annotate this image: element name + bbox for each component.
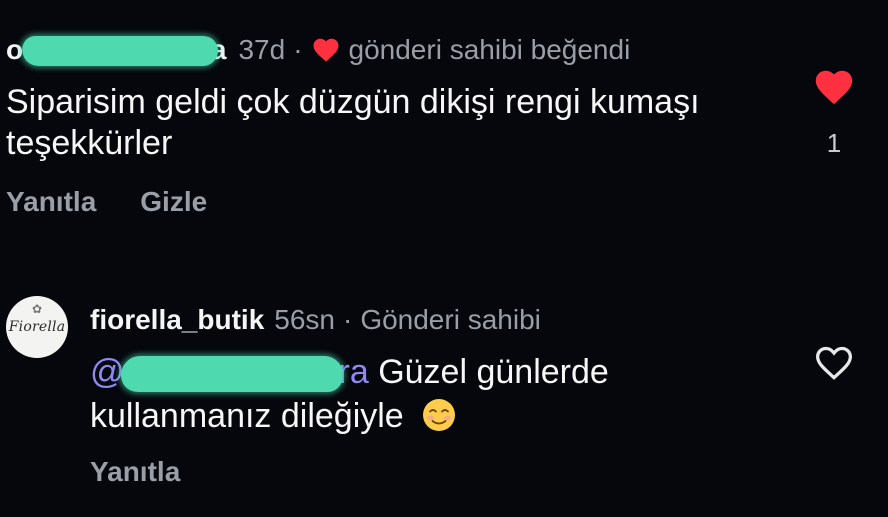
liked-by-author-label: gönderi sahibi beğendi <box>348 34 631 65</box>
meta-separator: · <box>342 304 353 335</box>
heart-filled-icon <box>313 38 339 62</box>
like-count: 1 <box>826 128 842 158</box>
like-button[interactable] <box>812 342 856 382</box>
redaction-mark <box>118 356 345 393</box>
comment-like-column: 1 <box>810 66 858 159</box>
comment-username[interactable]: fiorella_butik <box>90 304 264 336</box>
hide-button[interactable]: Gizle <box>140 186 207 218</box>
mention-link[interactable]: @ ra <box>90 353 369 393</box>
redaction-mark <box>20 36 220 67</box>
flower-icon: ✿ <box>32 302 43 316</box>
comments-panel: ora 37d · gönderi sahibi beğendi Siparis… <box>0 0 888 517</box>
avatar[interactable]: ✿ Fiorella <box>6 296 68 358</box>
avatar-logo-text: Fiorella <box>8 319 66 335</box>
meta-separator: · <box>293 34 303 65</box>
comment-time: 56sn <box>274 304 335 335</box>
smiling-face-emoji <box>423 399 456 431</box>
comment-time: 37d <box>238 34 286 65</box>
reply-button[interactable]: Yanıtla <box>90 456 180 488</box>
comment-text: @ ra Güzel günlerde kullanmanız dileğiyle <box>90 350 790 438</box>
comment-header: ora 37d · gönderi sahibi beğendi <box>6 30 630 70</box>
mention-end: ra <box>338 353 369 391</box>
comment-header: fiorella_butik 56sn · Gönderi sahibi <box>90 300 541 340</box>
comment-text: Siparisim geldi çok düzgün dikişi rengi … <box>6 83 700 162</box>
reply-button[interactable]: Yanıtla <box>6 186 96 218</box>
heart-filled-icon[interactable] <box>812 66 856 106</box>
author-badge: Gönderi sahibi <box>360 304 541 335</box>
mention-start: @ <box>90 353 125 391</box>
comment-actions: Yanıtla Gizle <box>6 186 207 218</box>
heart-outline-icon <box>815 346 853 380</box>
comment-username[interactable]: ora <box>6 34 226 67</box>
